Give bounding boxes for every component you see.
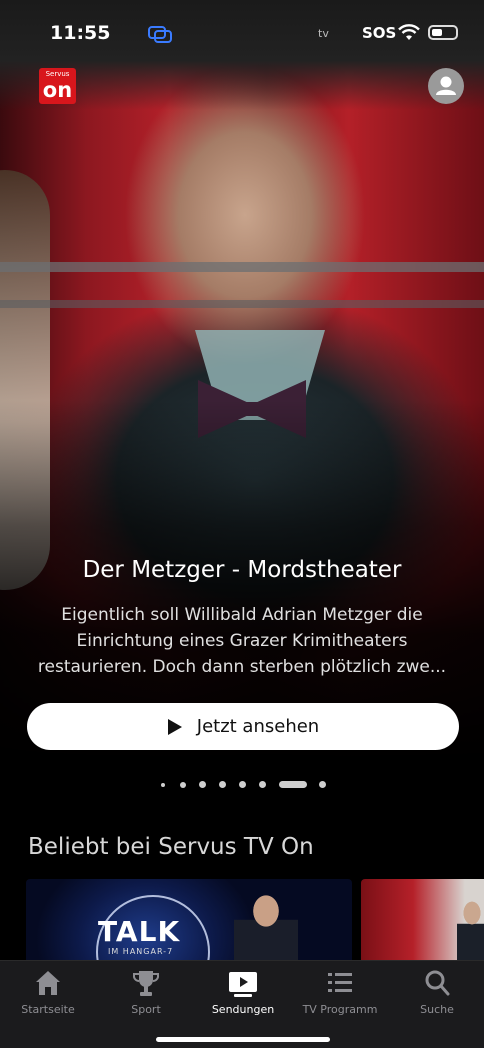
card-subtitle: IM HANGAR-7 — [108, 947, 174, 956]
servus-on-logo[interactable]: Servus on — [39, 68, 76, 104]
content-card[interactable]: TALK IM HANGAR-7 — [26, 879, 352, 961]
content-card[interactable] — [361, 879, 484, 961]
home-indicator[interactable] — [156, 1037, 330, 1042]
watch-now-label: Jetzt ansehen — [196, 716, 320, 737]
logo-small-text: Servus — [45, 70, 70, 78]
carousel-dot[interactable] — [319, 781, 326, 788]
carousel-dot-active[interactable] — [279, 781, 307, 788]
content-row[interactable]: TALK IM HANGAR-7 — [0, 879, 484, 961]
card-title: TALK — [98, 915, 181, 948]
carousel-dot[interactable] — [199, 781, 206, 788]
user-icon — [436, 76, 456, 95]
wifi-icon — [398, 24, 420, 40]
tab-bar: Startseite Sport Sendungen TV Programm S… — [0, 960, 484, 1048]
carousel-dot[interactable] — [219, 781, 226, 788]
stage-rail-lower — [0, 300, 484, 308]
tab-suche[interactable]: Suche — [389, 967, 484, 1016]
hero-description: Eigentlich soll Willibald Adrian Metzger… — [37, 605, 447, 677]
logo-text: on — [42, 78, 73, 102]
tab-label: TV Programm — [302, 1003, 378, 1016]
status-time: 11:55 — [50, 22, 111, 44]
tab-startseite[interactable]: Startseite — [0, 967, 96, 1016]
tab-tv-programm[interactable]: TV Programm — [292, 967, 388, 1016]
tab-label: Sport — [131, 1003, 161, 1016]
tab-label: Sendungen — [211, 1003, 275, 1016]
card-host-figure — [234, 885, 298, 961]
profile-button[interactable] — [428, 68, 464, 104]
battery-icon — [428, 25, 458, 40]
search-icon — [425, 970, 450, 996]
screen-mirroring-icon — [148, 26, 172, 43]
carousel-dot[interactable] — [259, 781, 266, 788]
trophy-icon — [133, 971, 159, 996]
carousel-dot[interactable] — [161, 783, 165, 787]
play-icon — [167, 718, 182, 735]
hero-title: Der Metzger - Mordstheater — [82, 557, 402, 583]
carousel-dot[interactable] — [180, 782, 186, 788]
play-screen-icon — [229, 972, 257, 997]
tab-sendungen[interactable]: Sendungen — [195, 967, 291, 1016]
carousel-pagination[interactable] — [0, 780, 484, 790]
list-icon — [328, 973, 352, 992]
tab-label: Suche — [420, 1003, 454, 1016]
card-figure — [457, 893, 484, 961]
home-icon — [36, 971, 60, 995]
tab-sport[interactable]: Sport — [98, 967, 194, 1016]
appletv-indicator: tv — [318, 27, 329, 40]
tab-label: Startseite — [21, 1003, 75, 1016]
carousel-dot[interactable] — [239, 781, 246, 788]
status-bar: 11:55 tv SOS — [0, 0, 484, 66]
sos-indicator: SOS — [362, 24, 397, 42]
stage-rail — [0, 262, 484, 272]
section-title: Beliebt bei Servus TV On — [28, 834, 314, 860]
watch-now-button[interactable]: Jetzt ansehen — [27, 703, 459, 750]
